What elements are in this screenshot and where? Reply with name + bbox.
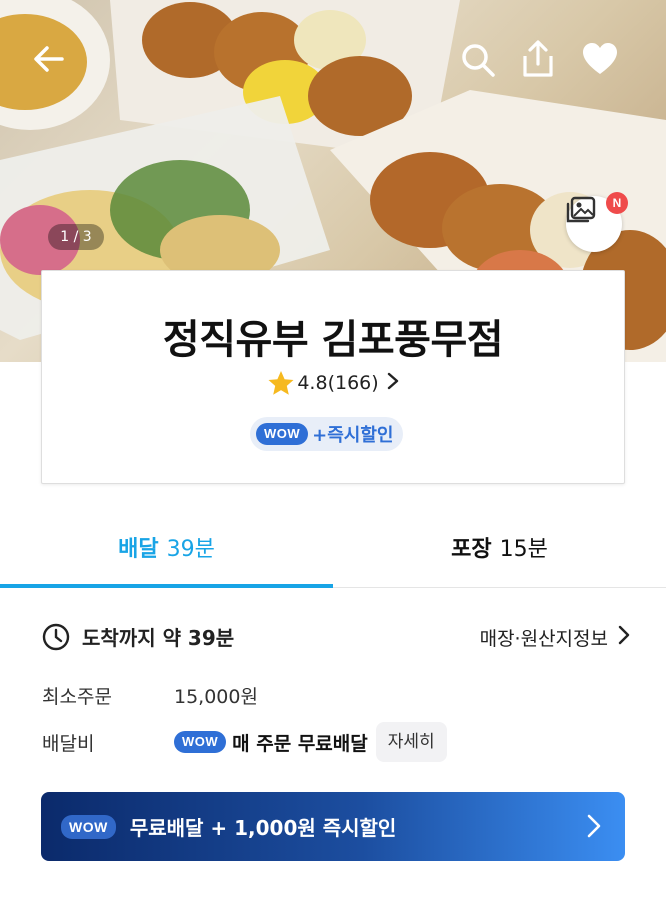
- delivery-fee-row: 배달비 WOW 매 주문 무료배달 자세히: [42, 722, 447, 762]
- order-type-tabs: 배달 39분 포장 15분: [0, 506, 666, 588]
- delivery-fee-label: 배달비: [42, 732, 95, 755]
- heart-icon[interactable]: [582, 42, 626, 86]
- wow-badge: WOW: [256, 423, 309, 445]
- rating-link[interactable]: 4.8 (166): [42, 369, 624, 397]
- store-info-card: 정직유부 김포풍무점 4.8 (166) WOW +즉시할인: [41, 270, 625, 484]
- clock-icon: [42, 623, 70, 651]
- chevron-right-icon: [618, 625, 630, 650]
- rating-value: 4.8: [297, 372, 328, 394]
- min-order-label: 최소주문: [42, 686, 112, 708]
- min-order-value: 15,000원: [174, 686, 258, 708]
- delivery-fee-value: 매 주문 무료배달: [232, 732, 368, 755]
- star-icon: [267, 369, 295, 397]
- photo-counter: 1 / 3: [48, 224, 104, 250]
- store-name: 정직유부 김포풍무점: [162, 317, 504, 363]
- search-icon[interactable]: [460, 42, 504, 86]
- tab-delivery-label: 배달: [118, 537, 159, 562]
- back-icon[interactable]: [32, 42, 76, 86]
- detail-button[interactable]: 자세히: [375, 722, 447, 762]
- new-badge: N: [606, 192, 628, 214]
- active-tab-indicator: [0, 584, 333, 588]
- chevron-right-icon: [387, 372, 399, 395]
- min-order-row: 최소주문 15,000원: [42, 682, 258, 709]
- arrival-time: 도착까지 약 39분: [42, 622, 234, 651]
- instant-discount-pill: WOW +즉시할인: [250, 417, 404, 451]
- promo-text: +즉시할인: [312, 425, 394, 446]
- tab-delivery-time: 39분: [166, 537, 215, 562]
- tab-pickup-time: 15분: [499, 537, 548, 562]
- origin-link-label: 매장·원산지정보: [479, 628, 608, 650]
- arrival-text: 도착까지 약 39분: [82, 626, 235, 650]
- tab-pickup-label: 포장: [451, 537, 492, 562]
- wow-badge: WOW: [61, 814, 116, 839]
- chevron-right-icon: [587, 814, 601, 842]
- store-origin-info-link[interactable]: 매장·원산지정보: [480, 624, 630, 651]
- banner-text: 무료배달 + 1,000원 즉시할인: [129, 816, 397, 840]
- review-count: (166): [327, 372, 379, 394]
- tab-pickup[interactable]: 포장 15분: [333, 506, 666, 588]
- share-icon[interactable]: [520, 40, 564, 84]
- tab-delivery[interactable]: 배달 39분: [0, 506, 333, 588]
- wow-badge: WOW: [174, 731, 227, 753]
- free-delivery-banner[interactable]: WOW 무료배달 + 1,000원 즉시할인: [41, 792, 625, 861]
